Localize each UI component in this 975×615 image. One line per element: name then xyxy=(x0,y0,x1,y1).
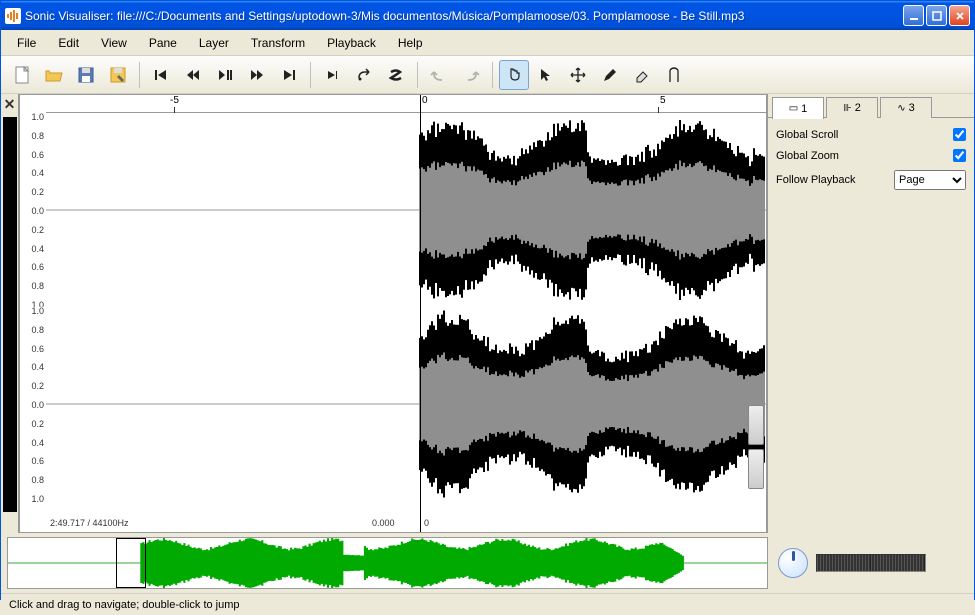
overview-viewport-box[interactable] xyxy=(116,538,146,588)
overview-waveform[interactable] xyxy=(7,537,768,589)
menu-playback[interactable]: Playback xyxy=(317,33,386,53)
menu-view[interactable]: View xyxy=(91,33,137,53)
waveform-icon: ∿ xyxy=(897,103,904,114)
playback-speed-dial[interactable] xyxy=(778,548,808,578)
toolbar-separator xyxy=(492,62,493,88)
menu-file[interactable]: File xyxy=(7,33,46,53)
open-button[interactable] xyxy=(39,60,69,90)
info-position: 0.000 xyxy=(372,518,395,528)
ticks-icon: ⊪ xyxy=(843,103,851,114)
pane-gutter: ✕ xyxy=(1,94,19,533)
new-session-button[interactable] xyxy=(7,60,37,90)
info-time-rate: 2:49.717 / 44100Hz xyxy=(50,518,129,528)
main-area: ✕ -5 0 5 1.00.80.60.40.20.00.20.40.60.81… xyxy=(1,94,974,533)
play-pause-button[interactable] xyxy=(210,60,240,90)
tab-layer-2[interactable]: ⊪2 xyxy=(826,97,878,118)
menu-transform[interactable]: Transform xyxy=(241,33,315,53)
tab-label: 1 xyxy=(801,103,807,115)
waveform-view[interactable]: -5 0 5 1.00.80.60.40.20.00.20.40.60.81.0… xyxy=(19,94,767,533)
move-tool-button[interactable] xyxy=(563,60,593,90)
play-loop-button[interactable] xyxy=(349,60,379,90)
follow-playback-label: Follow Playback xyxy=(776,174,855,186)
ruler-icon: ▭ xyxy=(789,103,797,114)
vertical-zoom-slider[interactable] xyxy=(748,405,764,445)
menu-help[interactable]: Help xyxy=(388,33,433,53)
waveform-channel-2 xyxy=(46,307,766,501)
erase-tool-button[interactable] xyxy=(627,60,657,90)
menu-pane[interactable]: Pane xyxy=(139,33,187,53)
solo-button[interactable] xyxy=(381,60,411,90)
tab-label: 3 xyxy=(909,102,915,114)
window-controls xyxy=(903,5,970,26)
edit-tool-button[interactable] xyxy=(595,60,625,90)
select-tool-button[interactable] xyxy=(531,60,561,90)
time-tick-label: 5 xyxy=(660,95,666,106)
level-meter xyxy=(3,117,17,512)
toolbar-separator xyxy=(417,62,418,88)
playback-level-meter xyxy=(816,554,926,572)
save-button[interactable] xyxy=(71,60,101,90)
menu-layer[interactable]: Layer xyxy=(189,33,239,53)
redo-button[interactable] xyxy=(456,60,486,90)
rewind-to-start-button[interactable] xyxy=(146,60,176,90)
close-button[interactable] xyxy=(949,5,970,26)
y-scale: 1.00.80.60.40.20.00.20.40.60.81.0 xyxy=(20,113,46,307)
fast-forward-button[interactable] xyxy=(242,60,272,90)
waveform-panel: -5 0 5 1.00.80.60.40.20.00.20.40.60.81.0… xyxy=(19,94,767,533)
y-scale: 1.00.80.60.40.20.00.20.40.60.81.0 xyxy=(20,307,46,501)
menu-edit[interactable]: Edit xyxy=(48,33,89,53)
maximize-button[interactable] xyxy=(926,5,947,26)
minimize-button[interactable] xyxy=(903,5,924,26)
measure-tool-button[interactable] xyxy=(659,60,689,90)
menubar: File Edit View Pane Layer Transform Play… xyxy=(1,30,974,56)
app-icon xyxy=(5,8,21,24)
layer-tabs: ▭1 ⊪2 ∿3 xyxy=(768,94,974,118)
layer-properties: Global Scroll Global Zoom Follow Playbac… xyxy=(768,118,974,533)
titlebar: Sonic Visualiser: file:///C:/Documents a… xyxy=(1,1,974,30)
status-text: Click and drag to navigate; double-click… xyxy=(9,599,240,611)
global-scroll-label: Global Scroll xyxy=(776,129,838,141)
save-as-button[interactable] xyxy=(103,60,133,90)
overview-area xyxy=(1,533,974,593)
playback-controls xyxy=(768,548,968,578)
time-ruler: -5 0 5 xyxy=(46,95,766,113)
forward-to-end-button[interactable] xyxy=(274,60,304,90)
global-scroll-checkbox[interactable] xyxy=(953,128,966,141)
time-tick-label: -5 xyxy=(170,95,179,106)
layer-properties-panel: ▭1 ⊪2 ∿3 Global Scroll Global Zoom Follo… xyxy=(767,94,974,533)
tab-layer-1[interactable]: ▭1 xyxy=(772,97,824,119)
close-pane-button[interactable]: ✕ xyxy=(4,96,16,113)
toolbar-separator xyxy=(310,62,311,88)
window-title: Sonic Visualiser: file:///C:/Documents a… xyxy=(25,9,903,23)
navigate-tool-button[interactable] xyxy=(499,60,529,90)
toolbar-separator xyxy=(139,62,140,88)
toolbar xyxy=(1,56,974,94)
playhead xyxy=(420,95,421,532)
vertical-pan-slider[interactable] xyxy=(748,449,764,489)
tab-label: 2 xyxy=(855,102,861,114)
undo-button[interactable] xyxy=(424,60,454,90)
waveform-channel-1 xyxy=(46,113,766,307)
play-selection-button[interactable] xyxy=(317,60,347,90)
follow-playback-select[interactable]: Page xyxy=(894,170,966,190)
rewind-button[interactable] xyxy=(178,60,208,90)
info-frame: 0 xyxy=(424,518,429,528)
tab-layer-3[interactable]: ∿3 xyxy=(880,97,932,118)
global-zoom-checkbox[interactable] xyxy=(953,149,966,162)
time-tick-label: 0 xyxy=(422,95,428,106)
statusbar: Click and drag to navigate; double-click… xyxy=(1,593,974,615)
global-zoom-label: Global Zoom xyxy=(776,150,839,162)
